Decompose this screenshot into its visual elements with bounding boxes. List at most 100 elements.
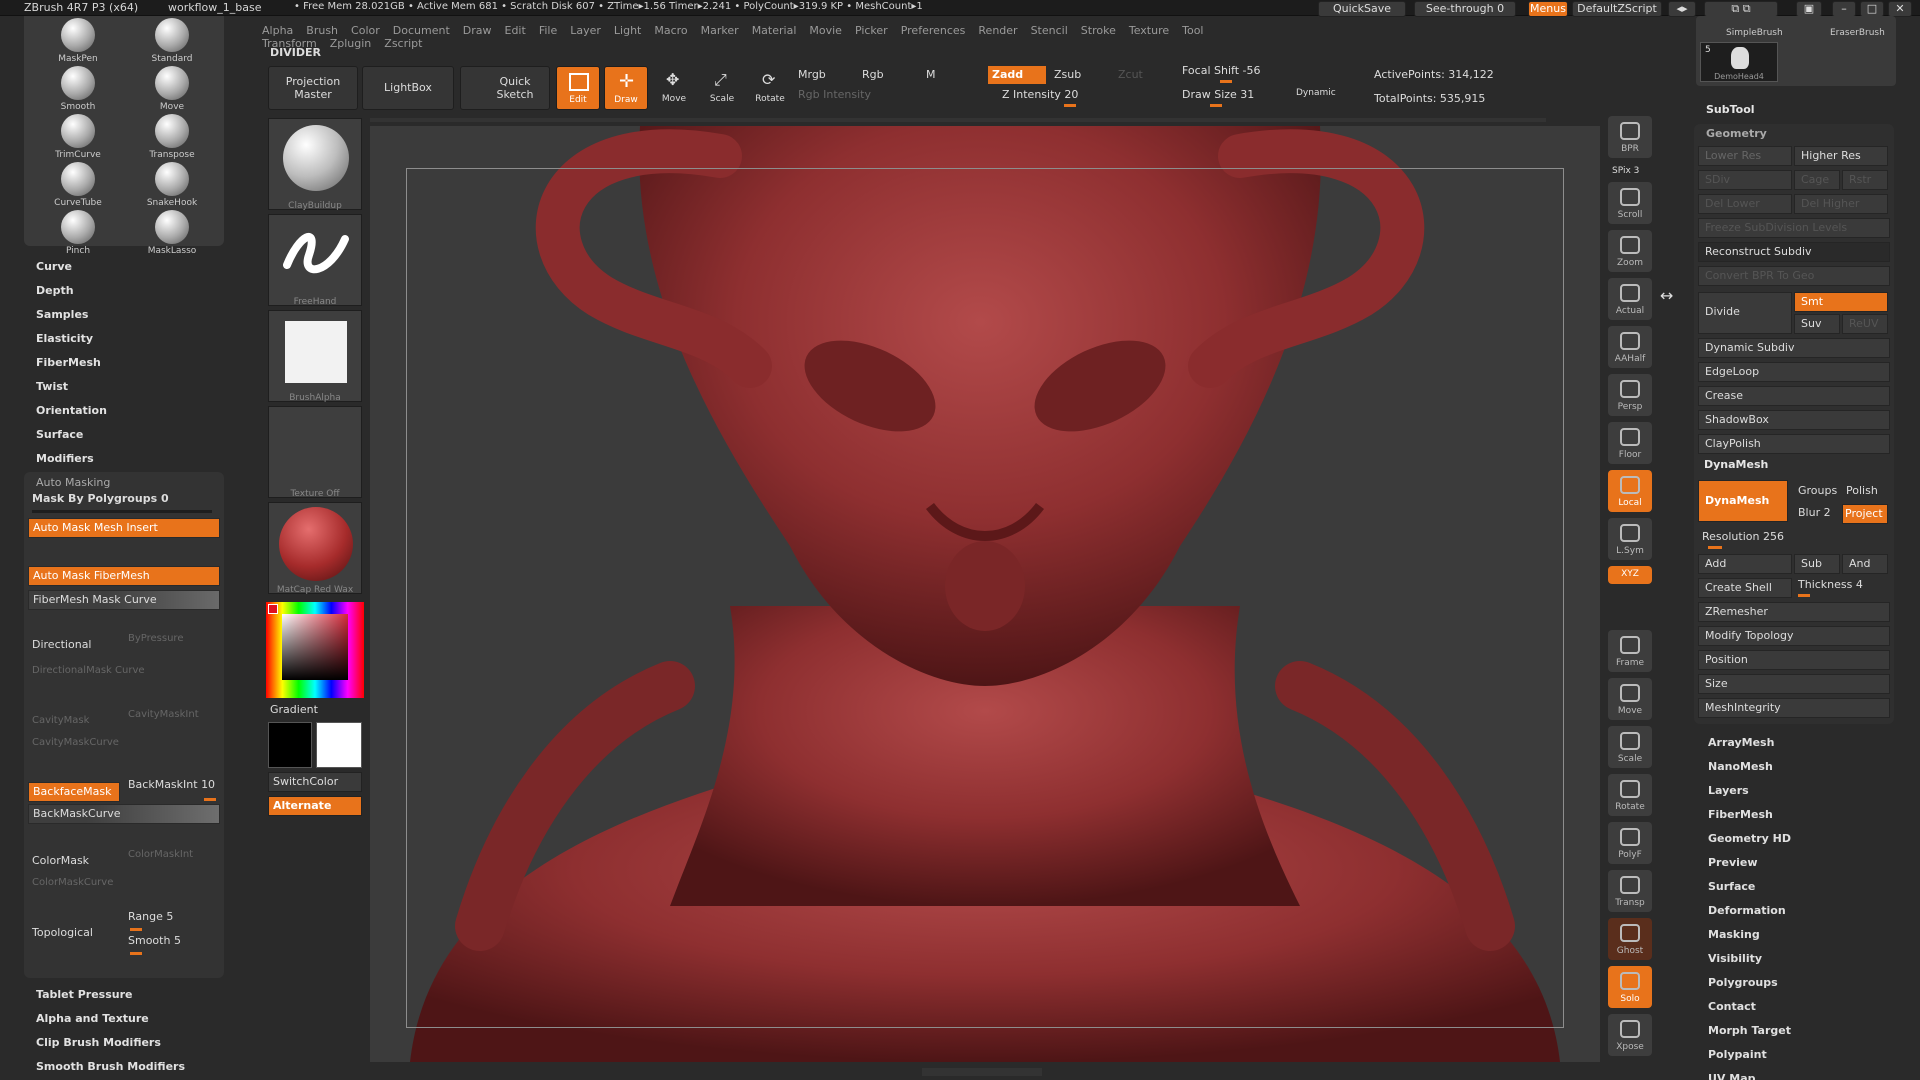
menu-document[interactable]: Document [393,24,450,37]
project-button[interactable]: Project [1842,504,1888,524]
geo-size[interactable]: Size [1698,674,1890,694]
rgb-button[interactable]: Rgb [862,68,884,81]
quicksave-button[interactable]: QuickSave [1318,1,1406,17]
layout-switch-icon[interactable]: ⧉ ⧉ [1704,1,1778,17]
groups-button[interactable]: Groups [1798,484,1837,497]
menu-item[interactable]: Smooth Brush Modifiers [36,1060,185,1073]
stroke-thumbnail[interactable]: FreeHand [268,214,362,307]
shelf-l-sym[interactable]: L.Sym [1608,518,1652,560]
resolution-slider[interactable]: Resolution 256 [1702,530,1784,543]
menu-tool[interactable]: Tool [1182,24,1203,37]
back-mask-curve[interactable]: BackMaskCurve [28,804,220,824]
draw-button[interactable]: ✛ Draw [604,66,648,110]
save-ui-icon[interactable]: ▣ [1796,1,1822,17]
menu-twist[interactable]: Twist [36,380,68,393]
menu-samples[interactable]: Samples [36,308,88,321]
sub-button[interactable]: Sub [1794,554,1840,574]
menu-brush[interactable]: Brush [306,24,338,37]
m-button[interactable]: M [926,68,936,81]
shelf-zoom[interactable]: Zoom [1608,230,1652,272]
document-canvas[interactable] [370,126,1600,1062]
z-intensity-slider[interactable]: Z Intensity 20 [1002,88,1078,101]
reuv-button[interactable]: ReUV [1842,314,1888,334]
shelf-frame[interactable]: Frame [1608,630,1652,672]
menu-depth[interactable]: Depth [36,284,74,297]
higher-res-button[interactable]: Higher Res [1794,146,1888,166]
shelf-move[interactable]: Move [1608,678,1652,720]
primary-color-swatch[interactable] [316,722,362,768]
minimize-icon[interactable]: – [1832,1,1856,17]
menu-surface[interactable]: Surface [36,428,83,441]
create-shell-button[interactable]: Create Shell [1698,578,1792,598]
geo-position[interactable]: Position [1698,650,1890,670]
switch-color-button[interactable]: SwitchColor [268,772,362,792]
color-picker-square[interactable] [282,614,348,680]
menu-preview[interactable]: Preview [1708,856,1758,869]
focal-shift-slider[interactable]: Focal Shift -56 [1182,64,1260,77]
menu-fibermesh[interactable]: FiberMesh [36,356,101,369]
horizontal-scrollbar[interactable] [370,118,1546,122]
cage-button[interactable]: Cage [1794,170,1840,190]
menu-layers[interactable]: Layers [1708,784,1749,797]
move-button[interactable]: ✥ Move [652,66,696,110]
thickness-slider[interactable]: Thickness 4 [1798,578,1863,591]
rotate-button[interactable]: ⟳ Rotate [748,66,792,110]
resize-arrows-icon[interactable]: ↔ [1660,286,1673,305]
material-thumbnail[interactable]: MatCap Red Wax [268,502,362,595]
shelf-scroll[interactable]: Scroll [1608,182,1652,224]
spix-slider[interactable]: SPix 3 [1612,166,1639,176]
menu-masking[interactable]: Masking [1708,928,1760,941]
geo-meshintegrity[interactable]: MeshIntegrity [1698,698,1890,718]
brush-maskpen[interactable]: MaskPen [38,18,118,66]
color-mask-curve[interactable]: ColorMaskCurve [28,874,220,894]
shelf-ghost[interactable]: Ghost [1608,918,1652,960]
projection-master-button[interactable]: Projection Master [268,66,358,110]
quick-sketch-button[interactable]: Quick Sketch [460,66,550,110]
menu-uv-map[interactable]: UV Map [1708,1072,1756,1080]
geo-shadowbox[interactable]: ShadowBox [1698,410,1890,430]
sdiv-slider[interactable]: SDiv [1698,170,1792,190]
rstr-button[interactable]: Rstr [1842,170,1888,190]
range-slider[interactable]: Range 5 [124,908,220,928]
menu-draw[interactable]: Draw [463,24,492,37]
menu-orientation[interactable]: Orientation [36,404,107,417]
del-higher-button[interactable]: Del Higher [1794,194,1888,214]
scale-button[interactable]: ⤢ Scale [700,66,744,110]
dynamesh-button[interactable]: DynaMesh [1698,480,1788,522]
menu-movie[interactable]: Movie [809,24,842,37]
brush-smooth[interactable]: Smooth [38,66,118,114]
smooth-slider[interactable]: Smooth 5 [124,932,220,952]
demohead-thumbnail[interactable]: 5 DemoHead4 [1700,42,1778,82]
topological-button[interactable]: Topological [28,924,124,944]
add-button[interactable]: Add [1698,554,1792,574]
secondary-color-swatch[interactable] [268,722,312,768]
shelf-polyf[interactable]: PolyF [1608,822,1652,864]
menu-arraymesh[interactable]: ArrayMesh [1708,736,1774,749]
menu-elasticity[interactable]: Elasticity [36,332,93,345]
del-lower-button[interactable]: Del Lower [1698,194,1792,214]
convert-bpr-button[interactable]: Convert BPR To Geo [1698,266,1890,286]
polish-button[interactable]: Polish [1846,484,1878,497]
alternate-button[interactable]: Alternate [268,796,362,816]
menu-contact[interactable]: Contact [1708,1000,1756,1013]
menu-item[interactable]: Tablet Pressure [36,988,132,1001]
subtool-header[interactable]: SubTool [1706,103,1755,116]
shelf-local[interactable]: Local [1608,470,1652,512]
menu-edit[interactable]: Edit [505,24,526,37]
cavity-mask-button[interactable]: CavityMask [28,712,124,732]
zsub-button[interactable]: Zsub [1054,68,1081,81]
menu-marker[interactable]: Marker [701,24,739,37]
shelf-floor[interactable]: Floor [1608,422,1652,464]
cavity-mask-int-slider[interactable]: CavityMaskInt [124,706,220,726]
menu-item[interactable]: Clip Brush Modifiers [36,1036,161,1049]
brush-pinch[interactable]: Pinch [38,210,118,258]
dynamesh-header[interactable]: DynaMesh [1704,458,1768,471]
blur-slider[interactable]: Blur 2 [1798,506,1831,519]
bypressure-slider[interactable]: ByPressure [124,630,220,650]
menus-button[interactable]: Menus [1528,1,1568,17]
geo-claypolish[interactable]: ClayPolish [1698,434,1890,454]
zcut-button[interactable]: Zcut [1118,68,1143,81]
menu-modifiers[interactable]: Modifiers [36,452,94,465]
alpha-thumbnail[interactable]: BrushAlpha [268,310,362,403]
menu-color[interactable]: Color [351,24,380,37]
